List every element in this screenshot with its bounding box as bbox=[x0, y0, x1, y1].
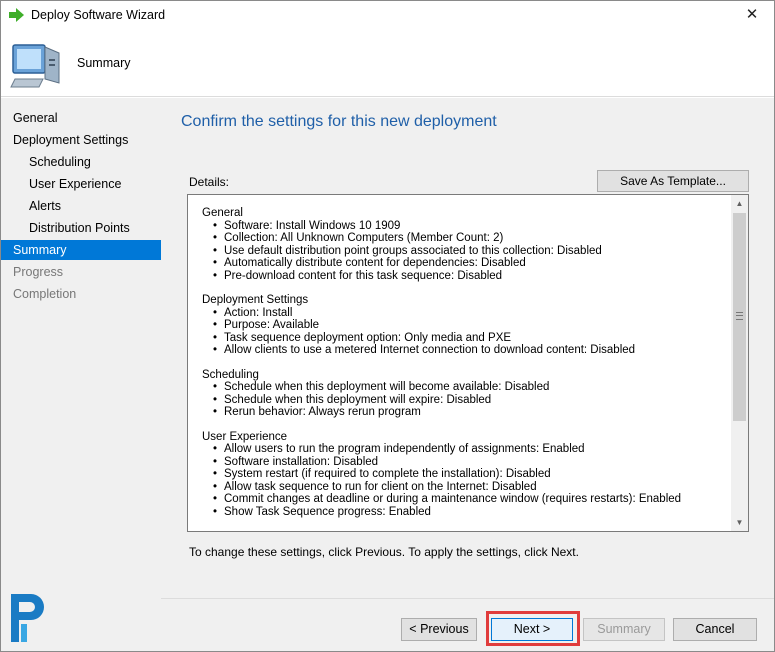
nav-item-user-experience[interactable]: User Experience bbox=[1, 174, 161, 194]
nav-item-general[interactable]: General bbox=[1, 108, 161, 128]
help-text: To change these settings, click Previous… bbox=[189, 545, 579, 559]
save-as-template-button[interactable]: Save As Template... bbox=[597, 170, 749, 192]
wizard-nav: General Deployment Settings Scheduling U… bbox=[1, 98, 161, 651]
list-item: System restart (if required to complete … bbox=[213, 468, 732, 481]
section-heading: Confirm the settings for this new deploy… bbox=[181, 113, 497, 130]
button-bar: < Previous Next > Summary Cancel bbox=[161, 598, 774, 651]
title-bar: Deploy Software Wizard ✕ bbox=[1, 1, 774, 31]
wizard-header: Summary bbox=[1, 31, 774, 97]
list-item: Task sequence deployment option: Only me… bbox=[213, 332, 732, 345]
brand-logo-icon bbox=[11, 594, 44, 642]
list-item: Allow clients to use a metered Internet … bbox=[213, 344, 732, 357]
computer-icon bbox=[10, 44, 60, 88]
window-title: Deploy Software Wizard bbox=[31, 8, 166, 22]
details-section-deployment-settings: Deployment Settings Action: Install Purp… bbox=[202, 294, 732, 357]
section-title: User Experience bbox=[202, 430, 288, 443]
scroll-up-arrow-icon[interactable]: ▲ bbox=[731, 195, 748, 212]
list-item: Commit changes at deadline or during a m… bbox=[213, 493, 732, 506]
nav-item-alerts[interactable]: Alerts bbox=[1, 196, 161, 216]
scroll-down-arrow-icon[interactable]: ▼ bbox=[731, 514, 748, 531]
main-panel: Confirm the settings for this new deploy… bbox=[161, 98, 774, 598]
nav-item-scheduling[interactable]: Scheduling bbox=[1, 152, 161, 172]
list-item: Purpose: Available bbox=[213, 319, 732, 332]
list-item: Pre-download content for this task seque… bbox=[213, 270, 732, 283]
list-item: Schedule when this deployment will expir… bbox=[213, 394, 732, 407]
scroll-thumb[interactable] bbox=[733, 213, 746, 421]
section-title: Deployment Settings bbox=[202, 294, 309, 306]
list-item: Automatically distribute content for dep… bbox=[213, 257, 732, 270]
section-title: Scheduling bbox=[202, 368, 259, 381]
list-item: Use default distribution point groups as… bbox=[213, 245, 732, 258]
list-item: Rerun behavior: Always rerun program bbox=[213, 406, 732, 419]
grip-icon bbox=[736, 312, 743, 320]
nav-item-deployment-settings[interactable]: Deployment Settings bbox=[1, 130, 161, 150]
details-section-user-experience: User Experience Allow users to run the p… bbox=[202, 431, 732, 519]
previous-button[interactable]: < Previous bbox=[401, 618, 477, 641]
nav-item-progress: Progress bbox=[13, 265, 64, 279]
details-box[interactable]: General Software: Install Windows 10 190… bbox=[187, 194, 749, 532]
details-section-general: General Software: Install Windows 10 190… bbox=[202, 207, 732, 282]
nav-item-completion: Completion bbox=[13, 287, 77, 301]
list-item: Schedule when this deployment will becom… bbox=[213, 381, 732, 394]
list-item: Action: Install bbox=[213, 307, 732, 320]
close-button[interactable]: ✕ bbox=[738, 5, 766, 27]
list-item: Software: Install Windows 10 1909 bbox=[213, 220, 732, 233]
summary-button: Summary bbox=[583, 618, 665, 641]
nav-item-summary[interactable]: Summary bbox=[1, 240, 161, 260]
section-title: General bbox=[202, 207, 243, 219]
list-item: Collection: All Unknown Computers (Membe… bbox=[213, 232, 732, 245]
vertical-scrollbar[interactable]: ▲ ▼ bbox=[731, 195, 748, 531]
list-item: Allow users to run the program independe… bbox=[213, 443, 732, 456]
arrow-right-icon bbox=[9, 8, 24, 22]
wizard-window: Deploy Software Wizard ✕ Summary General… bbox=[0, 0, 775, 652]
cancel-button[interactable]: Cancel bbox=[673, 618, 757, 641]
details-section-scheduling: Scheduling Schedule when this deployment… bbox=[202, 369, 732, 419]
list-item: Allow task sequence to run for client on… bbox=[213, 481, 732, 494]
next-button-highlight bbox=[486, 611, 580, 646]
details-content: General Software: Install Windows 10 190… bbox=[202, 207, 732, 530]
details-label: Details: bbox=[189, 175, 230, 189]
list-item: Software installation: Disabled bbox=[213, 456, 732, 469]
page-title: Summary bbox=[77, 56, 131, 70]
nav-item-distribution-points[interactable]: Distribution Points bbox=[1, 218, 161, 238]
list-item: Show Task Sequence progress: Enabled bbox=[213, 506, 732, 519]
